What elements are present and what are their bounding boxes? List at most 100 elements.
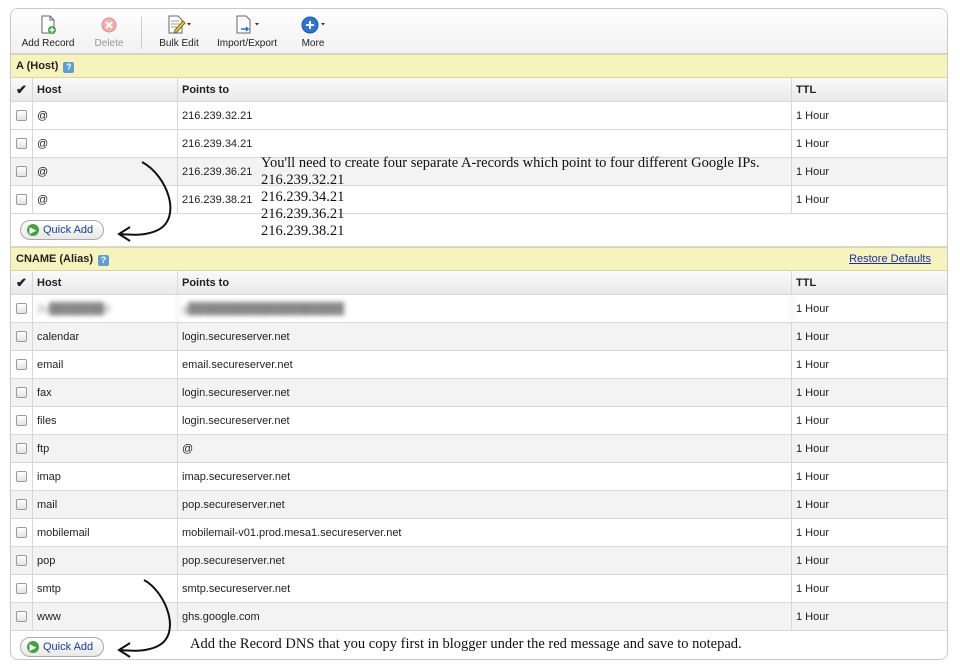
plus-circle-icon: ▶ — [27, 641, 39, 653]
row-checkbox[interactable] — [16, 415, 27, 426]
checkmark-icon: ✔ — [16, 275, 27, 290]
cname-section-header: CNAME (Alias)? Restore Defaults — [11, 247, 947, 271]
more-label: More — [301, 38, 325, 49]
row-checkbox[interactable] — [16, 583, 27, 594]
quick-add-button[interactable]: ▶ Quick Add — [20, 637, 104, 657]
host-cell: email — [33, 351, 178, 378]
ttl-cell: 1 Hour — [796, 386, 830, 399]
ttl-cell: 1 Hour — [796, 414, 830, 427]
add-record-button[interactable]: Add Record — [21, 15, 75, 49]
points-to-cell: pop.secureserver.net — [178, 491, 792, 518]
table-row[interactable]: mail pop.secureserver.net 1 Hour — [11, 491, 947, 519]
table-row[interactable]: fax login.secureserver.net 1 Hour — [11, 379, 947, 407]
row-checkbox[interactable] — [16, 471, 27, 482]
table-row[interactable]: @ 216.239.32.21 1 Hour — [11, 102, 947, 130]
table-row[interactable]: email email.secureserver.net 1 Hour — [11, 351, 947, 379]
ttl-column-header[interactable]: TTL — [792, 277, 947, 289]
row-checkbox[interactable] — [16, 443, 27, 454]
import-export-icon — [236, 15, 259, 34]
delete-icon — [101, 17, 117, 33]
quick-add-label: Quick Add — [43, 224, 94, 236]
ttl-cell: 1 Hour — [796, 442, 830, 455]
select-all-checkmark[interactable]: ✔ — [11, 78, 33, 101]
restore-defaults-link[interactable]: Restore Defaults — [849, 248, 931, 270]
a-host-section-header: A (Host)? — [11, 54, 947, 78]
host-cell: @ — [33, 130, 178, 157]
table-row[interactable]: files login.secureserver.net 1 Hour — [11, 407, 947, 435]
bulk-edit-button[interactable]: Bulk Edit — [157, 15, 201, 49]
help-icon[interactable]: ? — [63, 62, 75, 73]
row-checkbox[interactable] — [16, 527, 27, 538]
ttl-cell: 1 Hour — [796, 610, 830, 623]
import-export-label: Import/Export — [217, 38, 278, 49]
table-row[interactable]: 2u███████d g████████████████████ 1 Hour — [11, 295, 947, 323]
host-cell: mail — [33, 491, 178, 518]
row-checkbox[interactable] — [16, 555, 27, 566]
row-checkbox[interactable] — [16, 611, 27, 622]
row-checkbox[interactable] — [16, 387, 27, 398]
row-checkbox[interactable] — [16, 331, 27, 342]
toolbar: Add Record Delete Bulk Edit Import/Expor… — [11, 9, 947, 54]
points-to-cell: ghs.google.com — [178, 603, 792, 630]
ttl-cell: 1 Hour — [796, 526, 830, 539]
host-cell: @ — [33, 102, 178, 129]
ttl-cell: 1 Hour — [796, 554, 830, 567]
host-column-header[interactable]: Host — [33, 78, 178, 101]
annotation-arrow — [117, 579, 171, 658]
points-to-column-header[interactable]: Points to — [178, 78, 792, 101]
import-export-button[interactable]: Import/Export — [217, 15, 277, 49]
table-row[interactable]: pop pop.secureserver.net 1 Hour — [11, 547, 947, 575]
add-document-icon — [41, 15, 56, 34]
host-cell: 2u███████d — [33, 295, 178, 322]
dns-manager-panel: Add Record Delete Bulk Edit Import/Expor… — [10, 8, 948, 660]
help-icon[interactable]: ? — [98, 255, 110, 266]
plus-circle-icon: ▶ — [27, 224, 39, 236]
host-cell: files — [33, 407, 178, 434]
ttl-column-header[interactable]: TTL — [792, 84, 947, 96]
row-checkbox[interactable] — [16, 166, 27, 177]
table-row[interactable]: calendar login.secureserver.net 1 Hour — [11, 323, 947, 351]
delete-button[interactable]: Delete — [89, 15, 129, 49]
host-cell: ftp — [33, 435, 178, 462]
row-checkbox[interactable] — [16, 359, 27, 370]
host-cell: imap — [33, 463, 178, 490]
points-to-cell: 216.239.34.21 — [178, 130, 792, 157]
a-table-header: ✔ Host Points to TTL — [11, 78, 947, 102]
cname-title: CNAME (Alias) — [16, 253, 94, 265]
cname-annotation: Add the Record DNS that you copy first i… — [190, 636, 742, 652]
host-column-header[interactable]: Host — [33, 271, 178, 294]
points-to-cell: smtp.secureserver.net — [178, 575, 792, 602]
points-to-cell: login.secureserver.net — [178, 379, 792, 406]
row-checkbox[interactable] — [16, 110, 27, 121]
quick-add-button[interactable]: ▶ Quick Add — [20, 220, 104, 240]
row-checkbox[interactable] — [16, 194, 27, 205]
row-checkbox[interactable] — [16, 138, 27, 149]
annotation-arrow — [117, 161, 172, 242]
points-to-cell: 216.239.32.21 — [178, 102, 792, 129]
table-row[interactable]: imap imap.secureserver.net 1 Hour — [11, 463, 947, 491]
points-to-column-header[interactable]: Points to — [178, 271, 792, 294]
more-button[interactable]: More — [295, 15, 331, 49]
table-row[interactable]: ftp @ 1 Hour — [11, 435, 947, 463]
ttl-cell: 1 Hour — [796, 302, 830, 315]
row-checkbox[interactable] — [16, 303, 27, 314]
host-cell: fax — [33, 379, 178, 406]
points-to-cell: email.secureserver.net — [178, 351, 792, 378]
ttl-cell: 1 Hour — [796, 109, 830, 122]
table-row[interactable]: mobilemail mobilemail-v01.prod.mesa1.sec… — [11, 519, 947, 547]
points-to-cell: pop.secureserver.net — [178, 547, 792, 574]
bulk-edit-label: Bulk Edit — [159, 38, 199, 49]
select-all-checkmark[interactable]: ✔ — [11, 271, 33, 294]
delete-label: Delete — [94, 38, 124, 49]
annotation-ip: 216.239.34.21 — [261, 189, 345, 205]
ttl-cell: 1 Hour — [796, 137, 830, 150]
table-row[interactable]: @ 216.239.34.21 1 Hour — [11, 130, 947, 158]
cname-table-header: ✔ Host Points to TTL — [11, 271, 947, 295]
annotation-ip: 216.239.32.21 — [261, 172, 345, 188]
annotation-ip: 216.239.38.21 — [261, 223, 345, 239]
add-record-label: Add Record — [21, 38, 75, 49]
ttl-cell: 1 Hour — [796, 582, 830, 595]
checkmark-icon: ✔ — [16, 82, 27, 97]
row-checkbox[interactable] — [16, 499, 27, 510]
toolbar-separator — [141, 17, 142, 49]
